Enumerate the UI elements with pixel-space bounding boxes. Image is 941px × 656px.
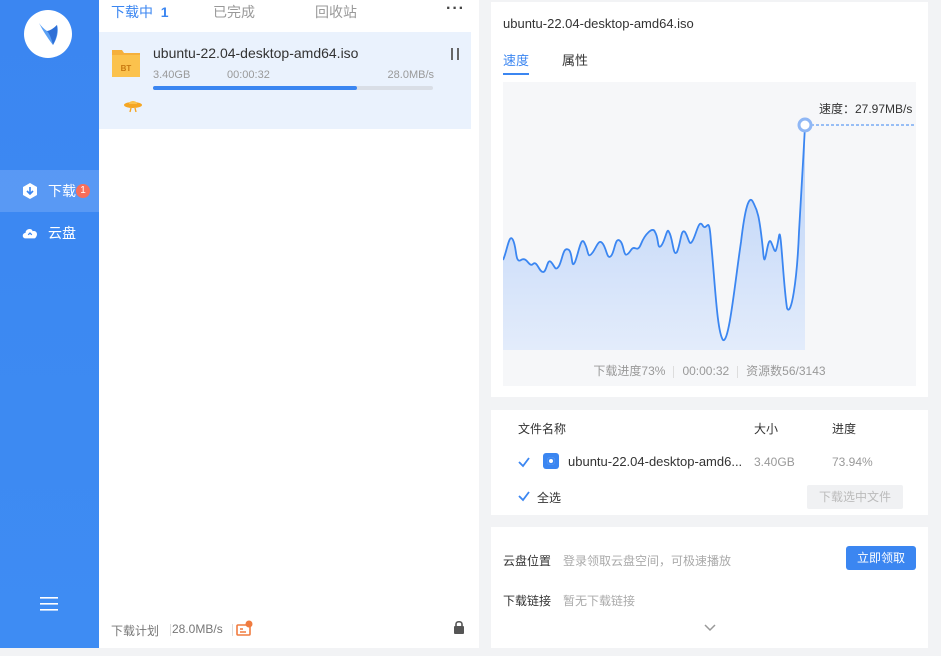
download-plan-link[interactable]: 下载计划 [111,622,159,639]
elapsed-time-text: 00:00:32 [682,364,730,378]
file-progress: 73.94% [832,455,873,469]
file-checkbox[interactable] [518,456,530,468]
alarm-icon[interactable] [236,620,254,636]
task-size: 3.40GB [153,69,191,81]
column-header-name: 文件名称 [518,422,567,436]
download-selected-button[interactable]: 下载选中文件 [807,485,903,509]
task-progress-fill [153,86,358,90]
tab-count: 1 [160,4,169,20]
chevron-down-icon[interactable] [704,624,716,632]
tab-recycle-bin[interactable]: 回收站 [315,2,357,22]
speed-area [503,126,805,350]
cloud-card: 云盘位置 登录领取云盘空间，可极速播放 立即领取 下载链接 暂无下载链接 [491,527,928,648]
download-icon [21,182,39,200]
app-logo [24,10,72,58]
tab-properties[interactable]: 属性 [562,50,588,69]
total-speed: 28.0MB/s [172,622,223,636]
speed-chart-graph [503,117,916,350]
bt-folder-icon: BT [112,50,140,77]
current-speed-label: 速度：27.97MB/s [819,102,913,116]
download-link-label: 下载链接 [503,594,552,608]
tab-completed[interactable]: 已完成 [213,2,255,22]
sidebar-item-cloud[interactable]: 云盘 [0,212,99,254]
claim-now-button[interactable]: 立即领取 [846,546,916,570]
disc-image-icon [543,453,559,469]
sidebar-item-download[interactable]: 下载 1 [0,170,99,212]
tab-speed[interactable]: 速度 [503,50,530,75]
cloud-icon [21,224,39,242]
task-elapsed: 00:00:32 [227,69,270,81]
more-options-button[interactable]: ··· [446,0,465,18]
select-all-checkbox[interactable] [518,490,530,502]
file-name: ubuntu-22.04-desktop-amd6... [568,454,743,469]
column-header-progress: 进度 [832,422,857,436]
tab-downloading[interactable]: 下载中 1 [111,2,169,22]
lock-icon[interactable] [453,620,465,634]
ufo-accelerate-icon[interactable] [123,98,143,114]
pause-button[interactable] [451,48,461,60]
svg-text:BT: BT [121,64,132,73]
list-footer: 下载计划 28.0MB/s [99,612,479,642]
task-list-panel: 下载中 1 已完成 回收站 ··· BT ubuntu-22.04-deskto… [99,0,479,648]
speed-chart: 速度：27.97MB/s 下载进度73% 00:00:32 资源数56/3143 [503,82,916,386]
detail-title: ubuntu-22.04-desktop-amd64.iso [503,16,694,31]
menu-icon[interactable] [40,597,58,611]
download-stats: 下载进度73% 00:00:32 资源数56/3143 [503,362,916,379]
tab-label: 下载中 [111,4,153,20]
file-list-card: 文件名称 大小 进度 ubuntu-22.04-desktop-amd6... … [491,410,928,515]
task-name: ubuntu-22.04-desktop-amd64.iso [153,45,359,61]
cloud-location-label: 云盘位置 [503,554,552,568]
sources-count-text: 资源数56/3143 [746,364,826,378]
select-all-label[interactable]: 全选 [537,489,561,506]
task-speed: 28.0MB/s [387,69,434,81]
speed-detail-card: ubuntu-22.04-desktop-amd64.iso 速度 属性 速度：… [491,2,928,397]
cloud-location-value: 登录领取云盘空间，可极速播放 [563,554,732,568]
download-link-value: 暂无下载链接 [563,594,636,608]
file-size: 3.40GB [754,455,795,469]
download-progress-text: 下载进度73% [593,364,666,378]
task-progress-bar [153,86,433,90]
task-tabs: 下载中 1 已完成 回收站 ··· [99,0,479,24]
current-speed-point [797,117,813,133]
sidebar: 下载 1 云盘 [0,0,99,648]
bird-icon [39,23,58,45]
sidebar-item-label: 云盘 [48,225,76,241]
download-count-badge: 1 [76,184,90,198]
column-header-size: 大小 [754,422,779,436]
download-task-item[interactable]: BT ubuntu-22.04-desktop-amd64.iso 3.40GB… [99,32,471,129]
sidebar-item-label: 下载 [48,183,76,199]
